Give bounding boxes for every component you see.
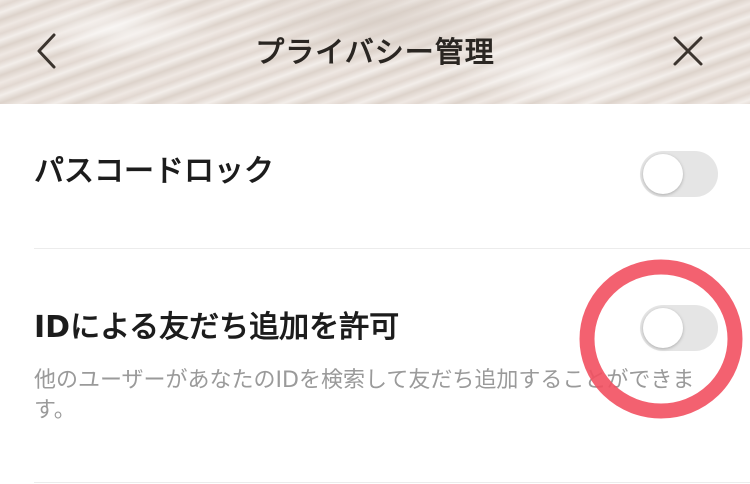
passcode-lock-label: パスコードロック [34, 154, 274, 189]
allow-id-search-toggle[interactable] [640, 305, 718, 351]
allow-id-search-description: 他のユーザーがあなたのIDを検索して友だち追加することができます。 [34, 368, 695, 423]
allow-id-search-label: IDによる友だち追加を許可 [34, 310, 400, 345]
toggle-knob [643, 154, 683, 194]
divider [34, 248, 750, 249]
close-button[interactable] [664, 28, 712, 74]
toggle-knob [643, 308, 683, 348]
divider [34, 482, 750, 483]
passcode-lock-toggle[interactable] [640, 151, 718, 197]
header-bar: プライバシー管理 [0, 0, 750, 104]
back-button[interactable] [26, 26, 66, 76]
page-title: プライバシー管理 [255, 35, 495, 69]
close-icon [673, 36, 703, 66]
chevron-left-icon [37, 33, 56, 69]
